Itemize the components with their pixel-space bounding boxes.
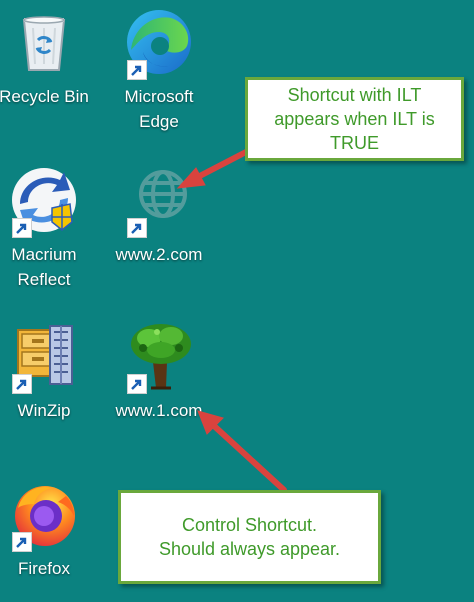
shortcut-arrow-icon <box>127 60 147 80</box>
icon-label: www.1.com <box>115 401 203 420</box>
desktop-icon-www-2[interactable]: www.2.com <box>109 164 209 267</box>
desktop-icon-recycle-bin[interactable]: Recycle Bin <box>0 6 94 109</box>
icon-label: Microsoft Edge <box>124 87 194 131</box>
tree-icon <box>123 320 195 394</box>
icon-label: Macrium Reflect <box>11 245 77 289</box>
recycle-bin-icon <box>8 6 80 78</box>
shortcut-arrow-icon <box>127 218 147 238</box>
icon-label: Recycle Bin <box>0 87 89 106</box>
macrium-reflect-icon <box>8 164 80 238</box>
icon-label: www.2.com <box>115 245 203 264</box>
callout-ilt-shortcut: Shortcut with ILT appears when ILT is TR… <box>245 77 464 161</box>
desktop-icon-www-1[interactable]: www.1.com <box>109 320 209 423</box>
icon-label: Firefox <box>18 559 70 578</box>
callout-control-shortcut: Control Shortcut. Should always appear. <box>118 490 381 584</box>
shortcut-arrow-icon <box>12 374 32 394</box>
desktop-icon-macrium-reflect[interactable]: Macrium Reflect <box>0 164 94 292</box>
shortcut-arrow-icon <box>12 532 32 552</box>
shortcut-arrow-icon <box>127 374 147 394</box>
winzip-icon <box>8 320 80 394</box>
shortcut-arrow-icon <box>12 218 32 238</box>
edge-icon <box>123 6 195 80</box>
desktop-icon-winzip[interactable]: WinZip <box>0 320 94 423</box>
arrow-to-www-1 <box>197 410 287 493</box>
icon-label: WinZip <box>17 401 71 420</box>
desktop-icon-firefox[interactable]: Firefox <box>0 478 94 581</box>
firefox-icon <box>8 478 80 552</box>
globe-icon <box>123 164 195 238</box>
desktop-icon-microsoft-edge[interactable]: Microsoft Edge <box>109 6 209 134</box>
